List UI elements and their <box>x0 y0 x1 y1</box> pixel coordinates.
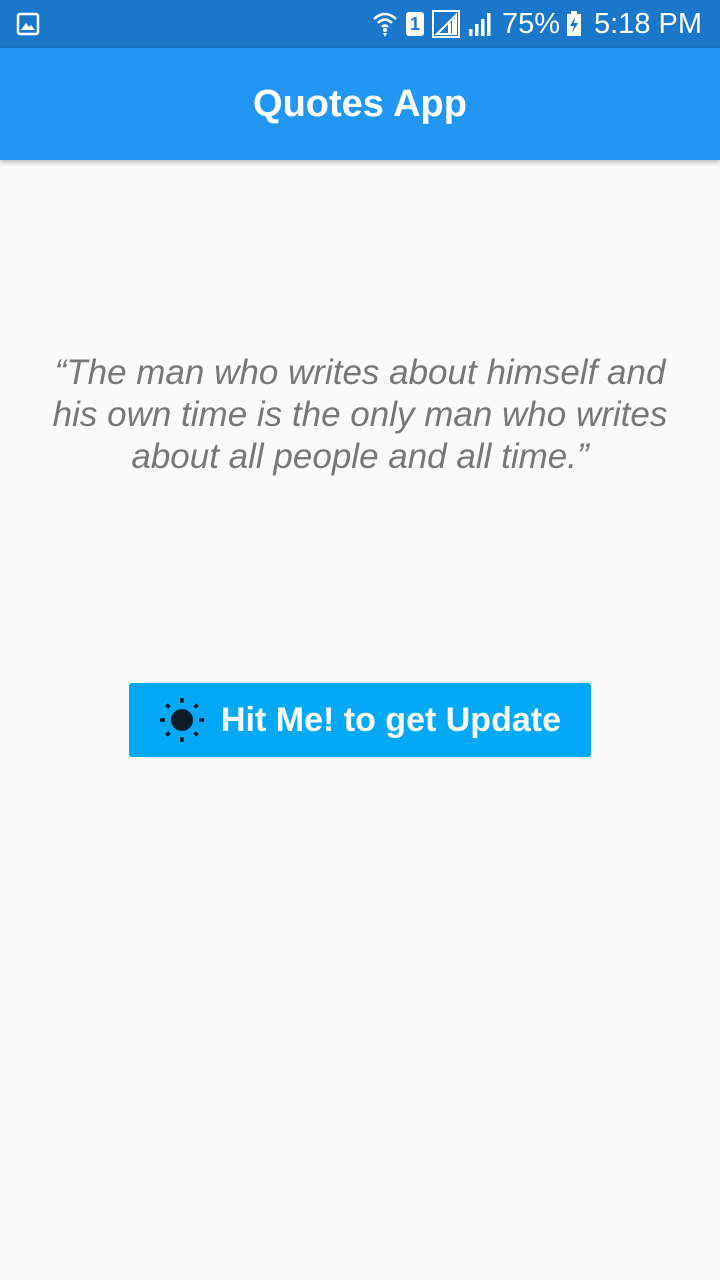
status-icons: 1 75% 5:18 PM <box>364 0 702 48</box>
battery-percent: 75% <box>501 8 560 40</box>
status-bar: 1 75% 5:18 PM <box>0 0 720 48</box>
signal-icon <box>431 10 460 38</box>
battery-charging-icon <box>566 11 582 37</box>
page-title: Quotes App <box>253 83 467 125</box>
get-update-button[interactable]: Hit Me! to get Update <box>129 683 591 757</box>
quote-text: “The man who writes about himself and hi… <box>52 353 668 476</box>
sun-icon <box>159 697 205 743</box>
signal-icon <box>468 11 494 37</box>
sim-number: 1 <box>405 12 424 36</box>
get-update-button-label: Hit Me! to get Update <box>221 700 561 739</box>
clock: 5:18 PM <box>594 8 702 40</box>
wifi-icon <box>372 10 398 38</box>
sim-1-icon: 1 <box>405 12 424 36</box>
gallery-icon <box>16 12 40 36</box>
app-bar: Quotes App <box>0 48 720 160</box>
